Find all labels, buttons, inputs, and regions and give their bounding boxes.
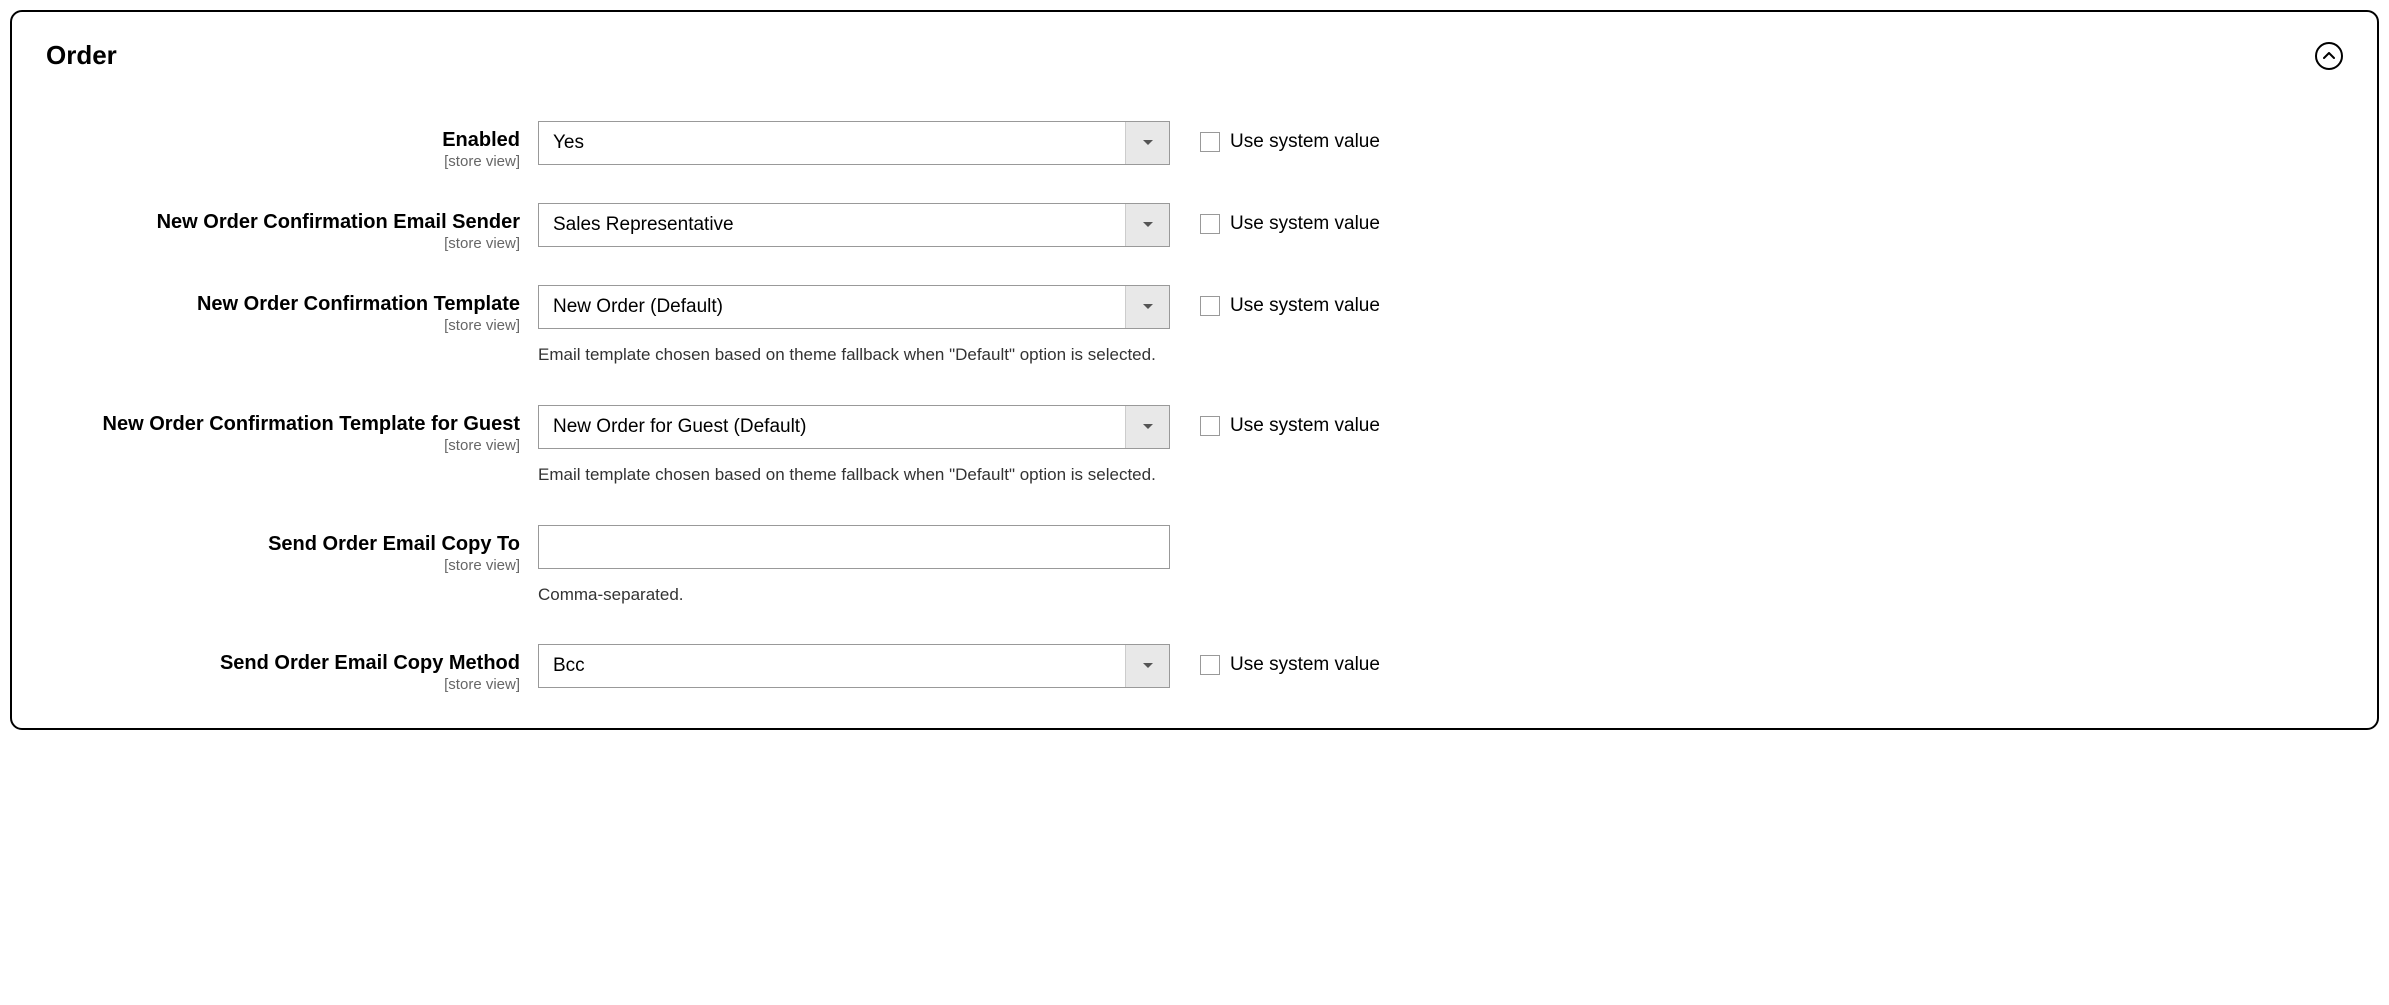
- copy-method-select[interactable]: Bcc: [538, 644, 1170, 688]
- system-value-label: Use system value: [1230, 295, 1380, 317]
- label-col: Enabled [store view]: [46, 121, 538, 171]
- panel-title: Order: [46, 40, 117, 71]
- label-col: New Order Confirmation Template for Gues…: [46, 405, 538, 455]
- row-guest-template: New Order Confirmation Template for Gues…: [46, 405, 2343, 455]
- copy-to-label: Send Order Email Copy To: [46, 531, 520, 557]
- scope-label: [store view]: [46, 437, 520, 455]
- control-col: New Order (Default): [538, 285, 1170, 329]
- label-col: New Order Confirmation Template [store v…: [46, 285, 538, 335]
- row-sender: New Order Confirmation Email Sender [sto…: [46, 203, 2343, 253]
- template-system-checkbox[interactable]: [1200, 296, 1220, 316]
- row-enabled: Enabled [store view] Yes Use system valu…: [46, 121, 2343, 171]
- control-col: Sales Representative: [538, 203, 1170, 247]
- system-value-label: Use system value: [1230, 415, 1380, 437]
- sender-label: New Order Confirmation Email Sender: [46, 209, 520, 235]
- row-template: New Order Confirmation Template [store v…: [46, 285, 2343, 335]
- enabled-label: Enabled: [46, 127, 520, 153]
- sender-select[interactable]: Sales Representative: [538, 203, 1170, 247]
- system-value-col: Use system value: [1170, 285, 1380, 317]
- label-col: Send Order Email Copy To [store view]: [46, 525, 538, 575]
- enabled-system-checkbox[interactable]: [1200, 132, 1220, 152]
- chevron-down-icon: [1142, 423, 1154, 431]
- guest-template-select[interactable]: New Order for Guest (Default): [538, 405, 1170, 449]
- note-col: Comma-separated.: [538, 583, 1170, 607]
- chevron-down-icon: [1142, 662, 1154, 670]
- system-value-label: Use system value: [1230, 654, 1380, 676]
- sender-system-checkbox[interactable]: [1200, 214, 1220, 234]
- chevron-down-icon: [1142, 221, 1154, 229]
- note-col: Email template chosen based on theme fal…: [538, 343, 1170, 367]
- note-spacer: [46, 343, 538, 367]
- guest-template-note: Email template chosen based on theme fal…: [538, 463, 1170, 487]
- note-col: Email template chosen based on theme fal…: [538, 463, 1170, 487]
- note-row-copy-to: Comma-separated.: [46, 583, 2343, 607]
- enabled-select[interactable]: Yes: [538, 121, 1170, 165]
- note-spacer: [46, 463, 538, 487]
- row-copy-method: Send Order Email Copy Method [store view…: [46, 644, 2343, 694]
- system-value-label: Use system value: [1230, 213, 1380, 235]
- scope-label: [store view]: [46, 153, 520, 171]
- note-row-template: Email template chosen based on theme fal…: [46, 343, 2343, 367]
- template-select[interactable]: New Order (Default): [538, 285, 1170, 329]
- template-label: New Order Confirmation Template: [46, 291, 520, 317]
- guest-template-system-checkbox[interactable]: [1200, 416, 1220, 436]
- select-arrow: [1125, 204, 1169, 246]
- copy-to-note: Comma-separated.: [538, 583, 1170, 607]
- note-spacer: [46, 583, 538, 607]
- collapse-toggle-button[interactable]: [2315, 42, 2343, 70]
- select-value: Sales Representative: [539, 214, 1125, 236]
- panel-header: Order: [46, 40, 2343, 71]
- select-value: Bcc: [539, 655, 1125, 677]
- control-col: Bcc: [538, 644, 1170, 688]
- scope-label: [store view]: [46, 235, 520, 253]
- select-value: Yes: [539, 132, 1125, 154]
- chevron-up-icon: [2323, 52, 2335, 60]
- control-col: Yes: [538, 121, 1170, 165]
- system-value-col: Use system value: [1170, 121, 1380, 153]
- label-col: New Order Confirmation Email Sender [sto…: [46, 203, 538, 253]
- note-row-guest-template: Email template chosen based on theme fal…: [46, 463, 2343, 487]
- copy-method-system-checkbox[interactable]: [1200, 655, 1220, 675]
- order-panel: Order Enabled [store view] Yes Use syste…: [10, 10, 2379, 730]
- chevron-down-icon: [1142, 303, 1154, 311]
- system-value-col: Use system value: [1170, 203, 1380, 235]
- scope-label: [store view]: [46, 557, 520, 575]
- template-note: Email template chosen based on theme fal…: [538, 343, 1170, 367]
- scope-label: [store view]: [46, 676, 520, 694]
- select-arrow: [1125, 406, 1169, 448]
- chevron-down-icon: [1142, 139, 1154, 147]
- guest-template-label: New Order Confirmation Template for Gues…: [46, 411, 520, 437]
- copy-to-input[interactable]: [538, 525, 1170, 569]
- select-value: New Order (Default): [539, 296, 1125, 318]
- select-arrow: [1125, 645, 1169, 687]
- select-arrow: [1125, 286, 1169, 328]
- system-value-label: Use system value: [1230, 131, 1380, 153]
- copy-method-label: Send Order Email Copy Method: [46, 650, 520, 676]
- system-value-col: Use system value: [1170, 644, 1380, 676]
- system-value-col: Use system value: [1170, 405, 1380, 437]
- scope-label: [store view]: [46, 317, 520, 335]
- row-copy-to: Send Order Email Copy To [store view]: [46, 525, 2343, 575]
- control-col: [538, 525, 1170, 569]
- control-col: New Order for Guest (Default): [538, 405, 1170, 449]
- select-value: New Order for Guest (Default): [539, 416, 1125, 438]
- label-col: Send Order Email Copy Method [store view…: [46, 644, 538, 694]
- select-arrow: [1125, 122, 1169, 164]
